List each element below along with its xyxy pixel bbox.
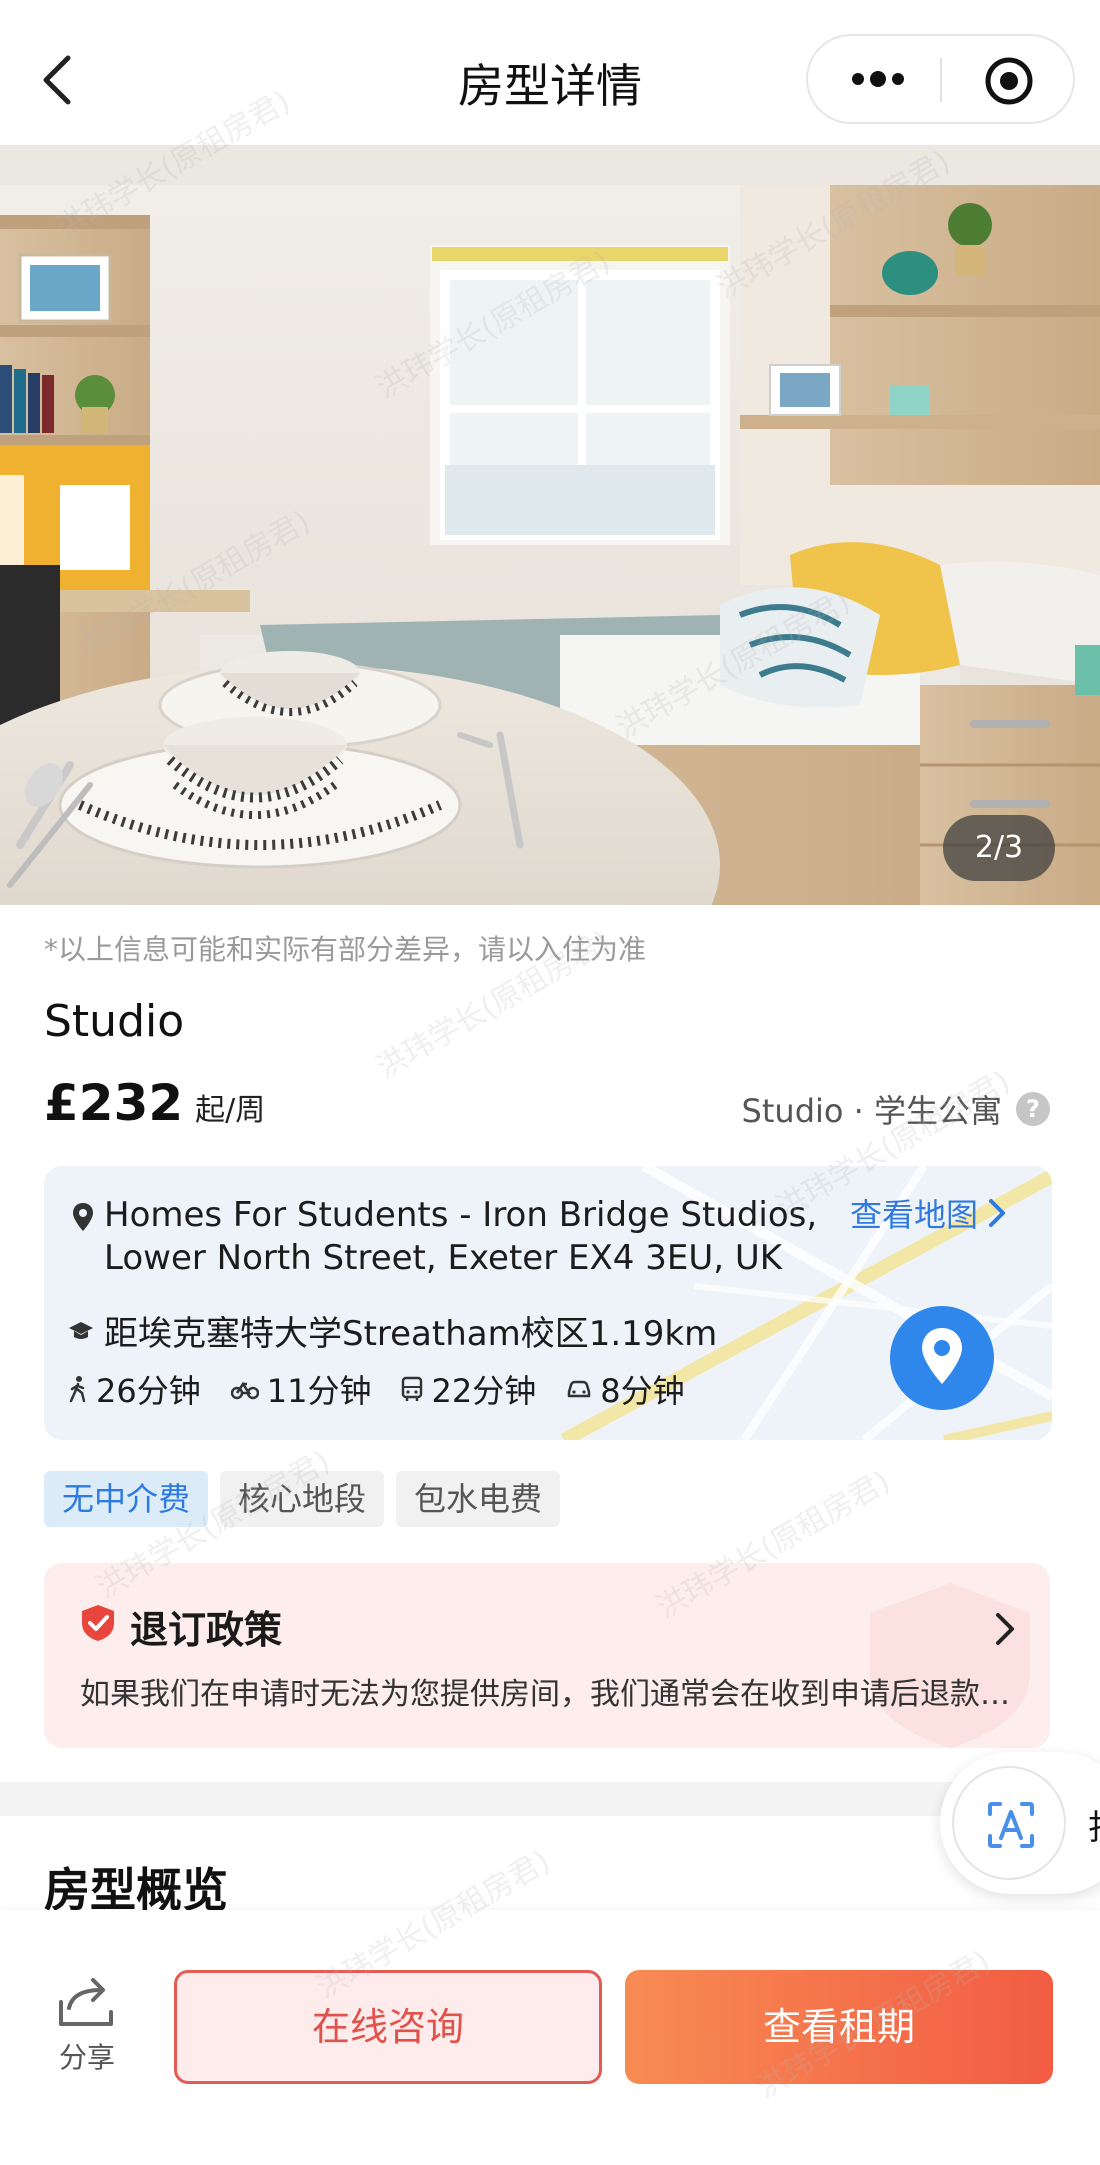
- translate-button[interactable]: [952, 1766, 1066, 1880]
- chevron-right-icon: [989, 1199, 1006, 1227]
- university-distance: 距埃克塞特大学Streatham校区1.19km: [68, 1306, 717, 1355]
- location-pin-icon: [73, 1203, 93, 1231]
- tag-bills-included: 包水电费: [396, 1471, 561, 1527]
- bike-icon: [230, 1381, 259, 1400]
- bus-icon: [402, 1376, 423, 1401]
- chevron-right-icon: [996, 1613, 1014, 1645]
- share-icon: [59, 1978, 113, 2026]
- map-pin-icon: [922, 1328, 962, 1384]
- section-divider: [0, 1782, 1100, 1816]
- disclaimer-text: *以上信息可能和实际有部分差异，请以入住为准: [44, 933, 647, 966]
- map-marker[interactable]: [890, 1306, 994, 1410]
- room-type: Studio · 学生公寓 ?: [742, 1086, 1050, 1132]
- tag-central-location: 核心地段: [220, 1471, 385, 1527]
- mini-program-capsule: [806, 34, 1075, 124]
- nav-header: 房型详情: [0, 0, 1100, 145]
- policy-title: 退订政策: [130, 1608, 283, 1652]
- price-unit: 起/周: [195, 1093, 266, 1128]
- feature-tags: 无中介费 核心地段 包水电费: [44, 1471, 572, 1527]
- capsule-divider: [940, 58, 942, 102]
- bottom-action-bar: 分享 在线咨询 查看租期: [0, 1910, 1100, 2165]
- travel-car: 8分钟: [566, 1366, 685, 1412]
- room-price: £232: [44, 1074, 184, 1132]
- tag-no-agency-fee: 无中介费: [44, 1471, 209, 1527]
- close-miniprogram-icon[interactable]: [984, 56, 1034, 106]
- car-icon: [567, 1380, 591, 1398]
- view-map-label: 查看地图: [850, 1196, 979, 1234]
- travel-bike-time: 11分钟: [266, 1372, 372, 1410]
- property-address: Homes For Students - Iron Bridge Studios…: [104, 1195, 818, 1278]
- room-name: Studio: [44, 996, 185, 1047]
- share-button[interactable]: 分享: [50, 1976, 124, 2076]
- travel-bus-time: 22分钟: [431, 1372, 537, 1410]
- text-scan-icon: [988, 1802, 1034, 1848]
- cancellation-policy-card[interactable]: 退订政策 如果我们在申请时无法为您提供房间，我们通常会在收到申请后退款，并保留房…: [44, 1563, 1050, 1748]
- location-card[interactable]: Homes For Students - Iron Bridge Studios…: [44, 1166, 1052, 1440]
- view-lease-button[interactable]: 查看租期: [625, 1970, 1053, 2084]
- travel-times: 26分钟 11分钟 22分钟 8分钟: [68, 1366, 715, 1412]
- room-type-label: Studio · 学生公寓: [741, 1092, 1002, 1130]
- university-distance-label: 距埃克塞特大学Streatham校区1.19km: [104, 1314, 718, 1354]
- translate-fab[interactable]: 扫: [940, 1752, 1100, 1894]
- travel-bike: 11分钟: [230, 1366, 372, 1412]
- online-consult-button[interactable]: 在线咨询: [174, 1970, 602, 2084]
- travel-walk-time: 26分钟: [96, 1372, 201, 1410]
- help-icon[interactable]: ?: [1016, 1092, 1050, 1126]
- graduation-cap-icon: [69, 1321, 93, 1339]
- travel-walk: 26分钟: [68, 1366, 201, 1412]
- room-photo-carousel[interactable]: [0, 145, 1100, 905]
- view-map-link[interactable]: 查看地图: [850, 1190, 1006, 1236]
- policy-background-shield: [870, 1583, 1030, 1748]
- travel-car-time: 8分钟: [600, 1372, 685, 1410]
- share-label: 分享: [58, 2041, 115, 2074]
- walk-icon: [69, 1376, 86, 1403]
- price-row: £232 起/周: [44, 1074, 265, 1132]
- photo-counter: 2/3: [943, 815, 1055, 881]
- room-photo: [0, 145, 1100, 905]
- translate-label: 扫: [1088, 1800, 1100, 1849]
- more-options-icon[interactable]: [848, 64, 908, 94]
- travel-bus: 22分钟: [401, 1366, 536, 1412]
- policy-description: 如果我们在申请时无法为您提供房间，我们通常会在收到申请后退款，并保留房间费用……: [80, 1677, 1010, 1712]
- shield-check-icon: [82, 1605, 114, 1641]
